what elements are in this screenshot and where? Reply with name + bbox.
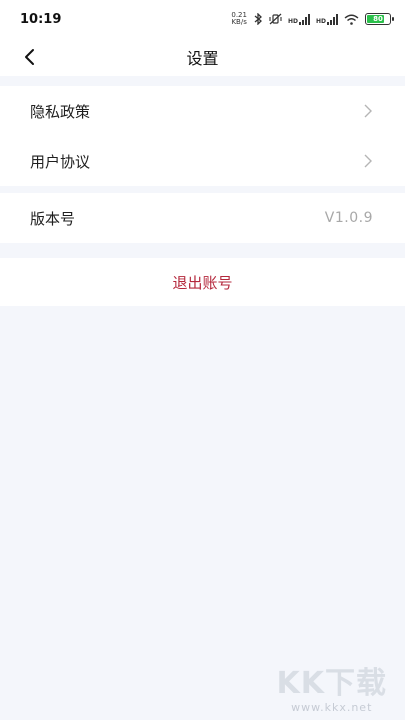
signal-1: HD — [287, 13, 310, 25]
network-speed-unit: KB/s — [231, 18, 247, 26]
version-item: 版本号 V1.0.9 — [0, 193, 405, 243]
signal-1-label: HD — [287, 17, 298, 25]
user-agreement-label: 用户协议 — [30, 152, 91, 171]
network-speed: 0.21 KB/s — [231, 12, 247, 26]
watermark-url: www.kkx.net — [291, 701, 373, 714]
version-label: 版本号 — [30, 209, 76, 228]
status-icons: 0.21 KB/s HD HD 80 — [231, 12, 394, 26]
chevron-right-icon — [364, 104, 372, 118]
status-time: 10:19 — [20, 11, 62, 27]
signal-2: HD — [315, 13, 338, 25]
back-button[interactable] — [14, 42, 44, 72]
settings-group-version: 版本号 V1.0.9 — [0, 193, 405, 243]
status-bar: 10:19 0.21 KB/s HD HD 80 — [0, 0, 405, 38]
user-agreement-item[interactable]: 用户协议 — [0, 136, 405, 186]
chevron-left-icon — [25, 49, 34, 65]
chevron-right-icon — [364, 154, 372, 168]
signal-2-icon — [327, 13, 338, 25]
watermark-logo: KK下载 — [276, 666, 387, 701]
logout-label: 退出账号 — [172, 273, 233, 292]
page-title: 设置 — [186, 49, 219, 68]
wifi-icon — [344, 14, 359, 25]
privacy-policy-label: 隐私政策 — [30, 102, 91, 121]
battery-level: 80 — [373, 15, 383, 23]
battery-icon: 80 — [365, 13, 394, 25]
watermark: KK下载 www.kkx.net — [276, 666, 388, 715]
logout-button[interactable]: 退出账号 — [0, 258, 405, 306]
signal-2-label: HD — [315, 17, 326, 25]
vibrate-off-icon — [269, 13, 282, 25]
nav-bar: 设置 — [0, 38, 405, 76]
bluetooth-icon — [254, 13, 262, 25]
version-value: V1.0.9 — [324, 210, 373, 226]
signal-1-icon — [298, 13, 310, 25]
privacy-policy-item[interactable]: 隐私政策 — [0, 86, 405, 136]
settings-group-policies: 隐私政策 用户协议 — [0, 86, 405, 186]
